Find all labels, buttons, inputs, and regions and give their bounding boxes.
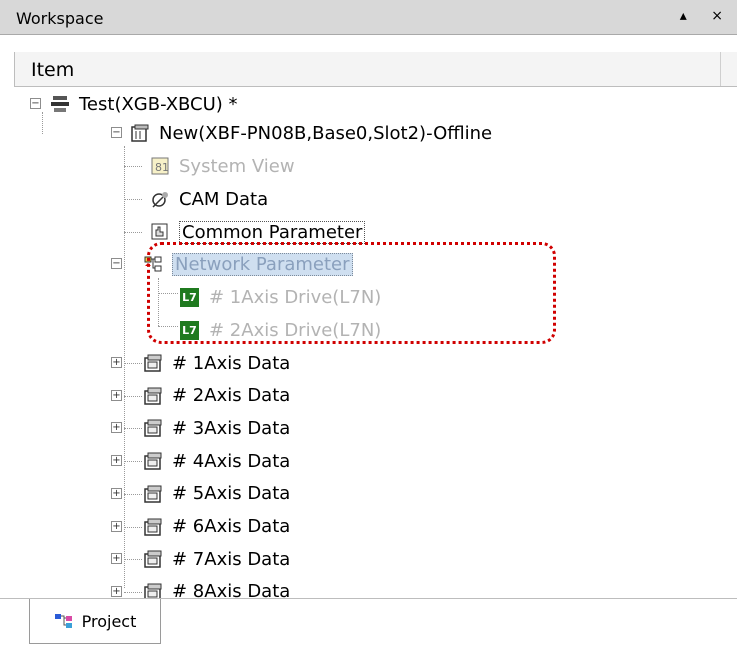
axis-data-icon: [144, 419, 162, 438]
tab-project[interactable]: Project: [29, 599, 161, 644]
tree-guide: [124, 363, 142, 364]
expand-axis-icon[interactable]: +: [111, 389, 122, 401]
plc-network-icon: [51, 96, 69, 112]
tree-item-axis-data[interactable]: # 4Axis Data: [143, 445, 290, 477]
tree-item-axis-data[interactable]: # 5Axis Data: [143, 478, 290, 510]
tree-item-axis-data[interactable]: # 2Axis Data: [143, 380, 290, 412]
expand-axis-icon[interactable]: +: [111, 357, 122, 368]
tree-guide: [124, 166, 142, 167]
tree-item-axis-data[interactable]: # 7Axis Data: [143, 543, 290, 575]
tree-item-label: CAM Data: [179, 188, 269, 210]
tree-guide: [124, 591, 142, 593]
tree-item-label: Test(XGB-XBCU) *: [79, 93, 238, 115]
system-view-icon: 81: [151, 157, 169, 175]
column-separator[interactable]: [720, 52, 721, 86]
collapse-root-icon[interactable]: −: [30, 98, 41, 109]
tree-item-root[interactable]: Test(XGB-XBCU) *: [50, 88, 238, 120]
tree-item-label: # 4Axis Data: [172, 450, 291, 472]
tree-item-label: # 1Axis Data: [172, 352, 291, 374]
parameter-hand-icon: [151, 223, 168, 240]
tree-item-label: # 2Axis Data: [172, 385, 291, 407]
tree-item-label: # 3Axis Data: [172, 417, 291, 439]
tree-guide: [124, 493, 142, 495]
axis-data-icon: [144, 387, 162, 405]
tree-item-label: # 5Axis Data: [172, 483, 291, 505]
tree-item-label: # 7Axis Data: [172, 548, 291, 570]
panel-controls[interactable]: ▴ ×: [680, 8, 733, 24]
tree-guide: [124, 428, 142, 430]
tab-label: Project: [81, 611, 137, 631]
axis-data-icon: [144, 485, 162, 503]
svg-text:81: 81: [155, 161, 169, 174]
tree-column-header[interactable]: Item: [14, 52, 737, 87]
workspace-title: Workspace: [16, 9, 104, 28]
tree-item-label: System View: [179, 155, 295, 177]
expand-axis-icon[interactable]: +: [111, 422, 122, 434]
tree-guide: [124, 146, 125, 588]
tree-item-cam-data[interactable]: CAM Data: [150, 183, 268, 215]
collapse-network-icon[interactable]: −: [111, 258, 122, 269]
project-tree-icon: [54, 614, 72, 628]
tree-guide: [124, 232, 142, 233]
axis-data-icon: [144, 550, 162, 568]
tree-item-axis-data[interactable]: # 3Axis Data: [143, 412, 290, 444]
tree-item-module[interactable]: New(XBF-PN08B,Base0,Slot2)-Offline: [130, 117, 492, 149]
network-parameter-highlight: [147, 242, 556, 344]
axis-data-icon: [144, 354, 162, 372]
expand-axis-icon[interactable]: +: [111, 487, 122, 499]
tree-item-axis-data[interactable]: # 1Axis Data: [143, 347, 290, 379]
cam-data-icon: [152, 192, 168, 208]
expand-axis-icon[interactable]: +: [111, 520, 122, 532]
tree-guide: [124, 395, 142, 397]
tree-guide: [42, 112, 43, 134]
tree-item-system-view[interactable]: 81 System View: [150, 150, 295, 182]
workspace-titlebar: Workspace ▴ ×: [0, 0, 737, 35]
tree-item-axis-data[interactable]: # 6Axis Data: [143, 511, 290, 543]
tree-guide: [124, 461, 142, 463]
expand-axis-icon[interactable]: +: [111, 455, 122, 467]
tree-item-label: # 6Axis Data: [172, 516, 291, 537]
collapse-module-icon[interactable]: −: [111, 127, 122, 138]
tree-item-label: New(XBF-PN08B,Base0,Slot2)-Offline: [159, 122, 493, 144]
tree-guide: [124, 199, 142, 200]
item-column-label: Item: [31, 59, 75, 81]
tree-guide: [124, 559, 142, 561]
expand-axis-icon[interactable]: +: [111, 585, 122, 597]
bottom-tab-bar: Project: [0, 598, 737, 653]
tree-item-label: Common Parameter: [179, 220, 366, 244]
expand-axis-icon[interactable]: +: [111, 553, 122, 565]
module-icon: [131, 124, 149, 142]
axis-data-icon: [144, 452, 162, 470]
tree-guide: [124, 526, 142, 528]
axis-data-icon: [144, 518, 162, 536]
